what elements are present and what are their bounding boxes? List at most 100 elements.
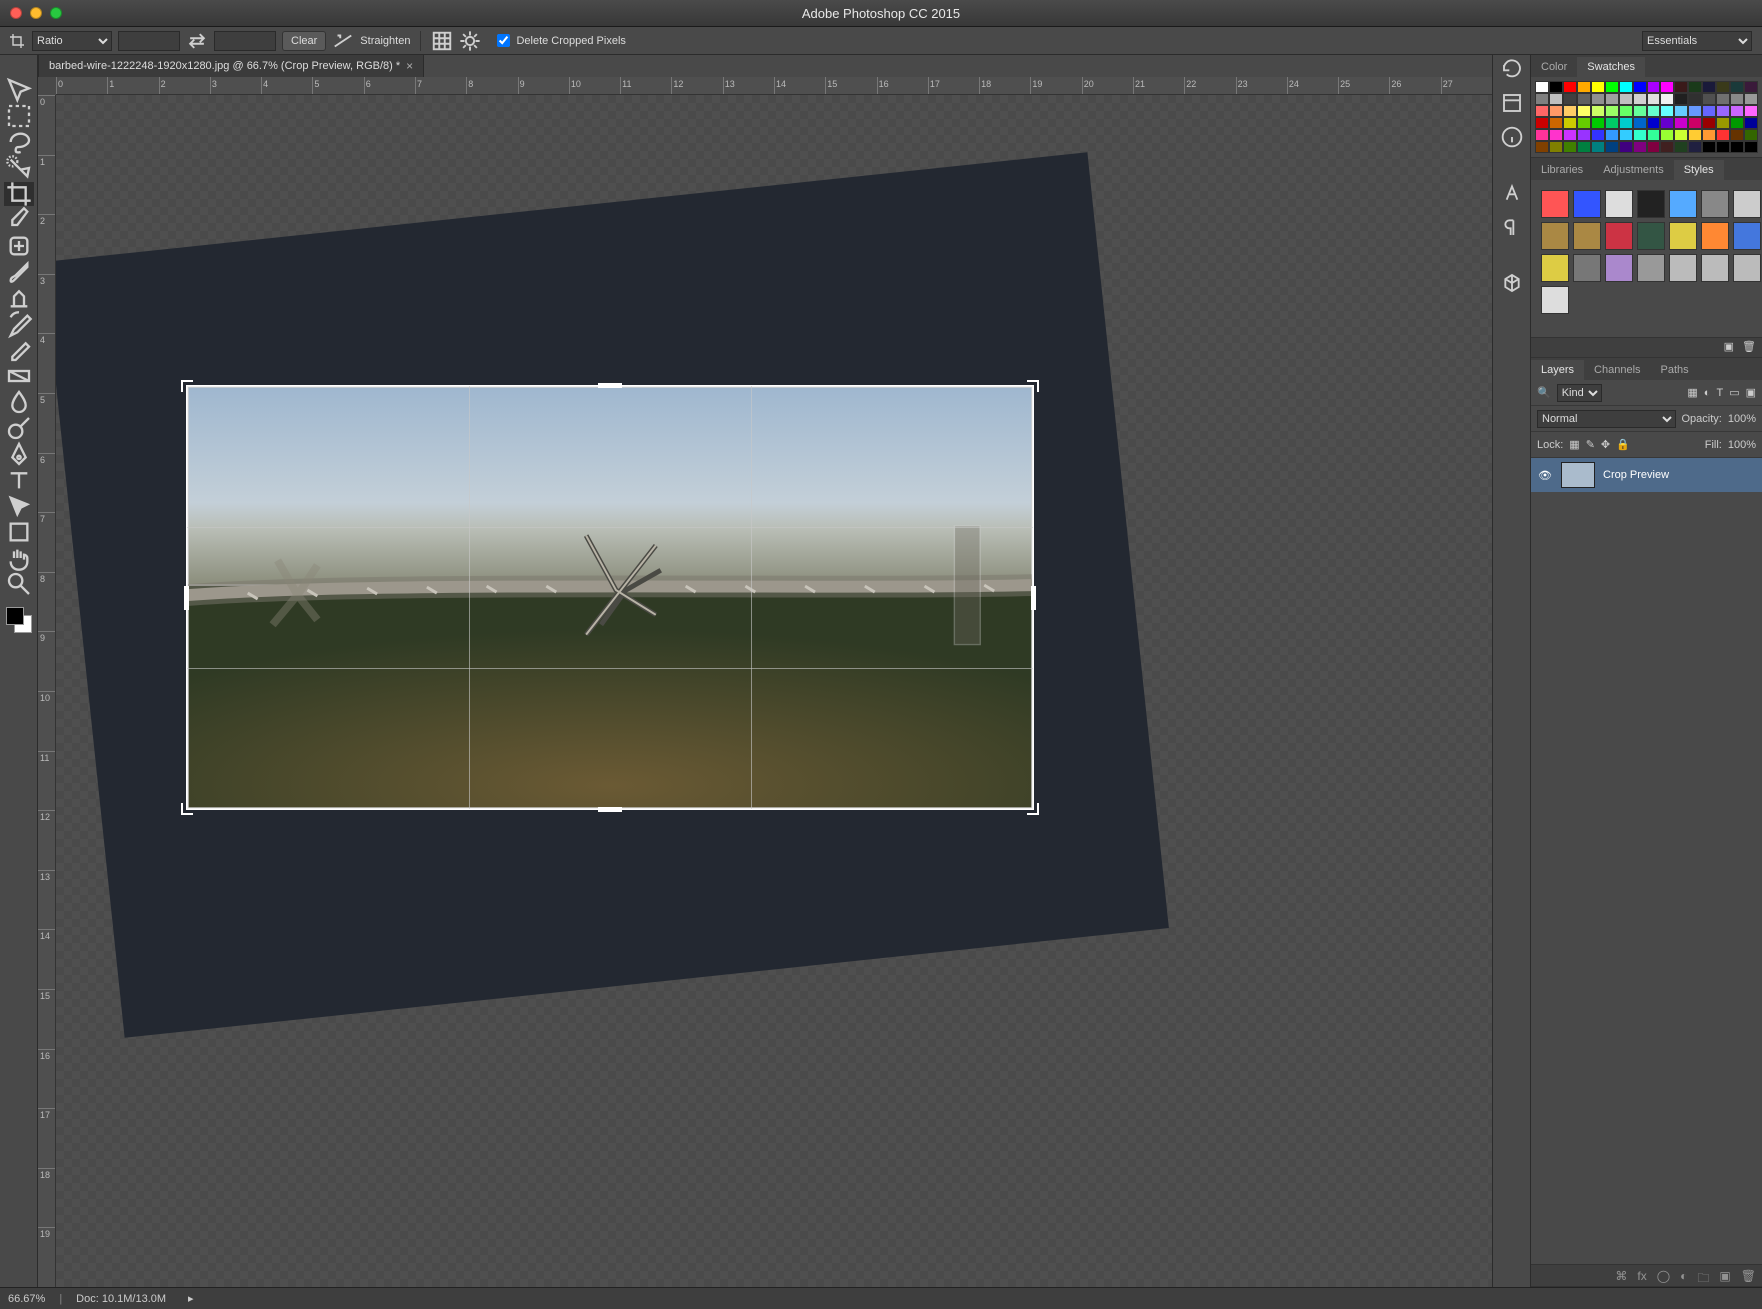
swatch[interactable] (1591, 93, 1605, 105)
paragraph-panel-icon[interactable] (1500, 215, 1524, 239)
swatch[interactable] (1688, 117, 1702, 129)
swatch[interactable] (1619, 129, 1633, 141)
swatch[interactable] (1605, 81, 1619, 93)
hand-tool[interactable] (4, 546, 34, 570)
3d-panel-icon[interactable] (1500, 271, 1524, 295)
swatch[interactable] (1647, 93, 1661, 105)
crop-height-field[interactable] (214, 31, 276, 51)
swatch[interactable] (1577, 129, 1591, 141)
swatch[interactable] (1633, 93, 1647, 105)
swatch[interactable] (1619, 117, 1633, 129)
swatch[interactable] (1633, 129, 1647, 141)
styles-grid[interactable] (1535, 184, 1758, 320)
swatch[interactable] (1730, 117, 1744, 129)
opacity-value[interactable]: 100% (1728, 413, 1756, 425)
brush-tool[interactable] (4, 260, 34, 284)
style-preset[interactable] (1637, 254, 1665, 282)
color-swatches[interactable] (6, 607, 32, 633)
swatch[interactable] (1563, 129, 1577, 141)
layer-row[interactable]: 👁 Crop Preview (1531, 458, 1762, 492)
gradient-tool[interactable] (4, 364, 34, 388)
swatch[interactable] (1647, 129, 1661, 141)
swatch[interactable] (1660, 81, 1674, 93)
swatch[interactable] (1563, 105, 1577, 117)
crop-handle-l[interactable] (184, 586, 189, 610)
swatch[interactable] (1535, 81, 1549, 93)
swatch[interactable] (1702, 81, 1716, 93)
document-tab[interactable]: barbed-wire-1222248-1920x1280.jpg @ 66.7… (38, 54, 424, 77)
swatch[interactable] (1660, 93, 1674, 105)
tab-paths[interactable]: Paths (1651, 360, 1699, 380)
character-panel-icon[interactable] (1500, 181, 1524, 205)
crop-handle-b[interactable] (598, 807, 622, 812)
style-preset[interactable] (1669, 222, 1697, 250)
swatch[interactable] (1549, 117, 1563, 129)
path-select-tool[interactable] (4, 494, 34, 518)
swatch[interactable] (1535, 93, 1549, 105)
swatch[interactable] (1716, 105, 1730, 117)
swatch[interactable] (1660, 129, 1674, 141)
crop-overlay-options-icon[interactable] (431, 31, 453, 51)
swatch[interactable] (1674, 141, 1688, 153)
filter-type-icon[interactable]: T (1716, 387, 1723, 399)
tab-color[interactable]: Color (1531, 57, 1577, 77)
swatch[interactable] (1591, 81, 1605, 93)
new-fill-icon[interactable]: ◐ (1680, 1269, 1687, 1282)
swatch[interactable] (1730, 129, 1744, 141)
filter-smart-icon[interactable]: ▣ (1746, 386, 1756, 399)
clone-stamp-tool[interactable] (4, 286, 34, 310)
new-layer-icon[interactable]: ▣ (1719, 1269, 1730, 1282)
swatch[interactable] (1744, 105, 1758, 117)
link-layers-icon[interactable]: ⌘ (1615, 1269, 1627, 1282)
swatch[interactable] (1744, 129, 1758, 141)
lock-pixels-icon[interactable]: ✎ (1586, 438, 1595, 451)
style-preset[interactable] (1573, 190, 1601, 218)
style-preset[interactable] (1541, 286, 1569, 314)
swatch[interactable] (1660, 141, 1674, 153)
style-preset[interactable] (1605, 222, 1633, 250)
swatch[interactable] (1633, 81, 1647, 93)
swatch[interactable] (1688, 105, 1702, 117)
filter-adjust-icon[interactable]: ◐ (1704, 387, 1711, 399)
style-preset[interactable] (1733, 222, 1761, 250)
crop-ratio-select[interactable]: Ratio (32, 31, 112, 51)
swatch[interactable] (1619, 81, 1633, 93)
swatch[interactable] (1660, 105, 1674, 117)
shape-tool[interactable] (4, 520, 34, 544)
swatch[interactable] (1605, 105, 1619, 117)
swatch[interactable] (1591, 117, 1605, 129)
tab-channels[interactable]: Channels (1584, 360, 1650, 380)
filter-pixel-icon[interactable]: ▦ (1687, 386, 1697, 399)
swatch[interactable] (1702, 129, 1716, 141)
swatch[interactable] (1702, 117, 1716, 129)
window-close-button[interactable] (10, 7, 22, 19)
style-preset[interactable] (1669, 190, 1697, 218)
style-preset[interactable] (1637, 190, 1665, 218)
layer-visibility-icon[interactable]: 👁 (1537, 469, 1553, 482)
clear-button[interactable]: Clear (282, 31, 326, 51)
swatch[interactable] (1591, 141, 1605, 153)
layer-fx-icon[interactable]: fx (1637, 1269, 1646, 1282)
swatch[interactable] (1605, 129, 1619, 141)
doc-size[interactable]: Doc: 10.1M/13.0M (76, 1293, 166, 1305)
lock-transparency-icon[interactable]: ▦ (1569, 438, 1579, 451)
crop-tool[interactable] (4, 182, 34, 206)
swatch[interactable] (1688, 81, 1702, 93)
swatch[interactable] (1549, 129, 1563, 141)
delete-cropped-input[interactable] (497, 34, 510, 47)
styles-new-icon[interactable]: ▣ (1724, 340, 1734, 355)
swatch[interactable] (1619, 105, 1633, 117)
lock-all-icon[interactable]: 🔒 (1616, 438, 1630, 451)
properties-panel-icon[interactable] (1500, 91, 1524, 115)
swatch[interactable] (1744, 81, 1758, 93)
swatch[interactable] (1535, 141, 1549, 153)
tab-swatches[interactable]: Swatches (1577, 57, 1645, 77)
layer-name[interactable]: Crop Preview (1603, 469, 1669, 481)
fill-value[interactable]: 100% (1728, 439, 1756, 451)
window-zoom-button[interactable] (50, 7, 62, 19)
swatch[interactable] (1688, 141, 1702, 153)
move-tool[interactable] (4, 78, 34, 102)
style-preset[interactable] (1637, 222, 1665, 250)
swatch[interactable] (1563, 141, 1577, 153)
tab-adjustments[interactable]: Adjustments (1593, 160, 1674, 180)
